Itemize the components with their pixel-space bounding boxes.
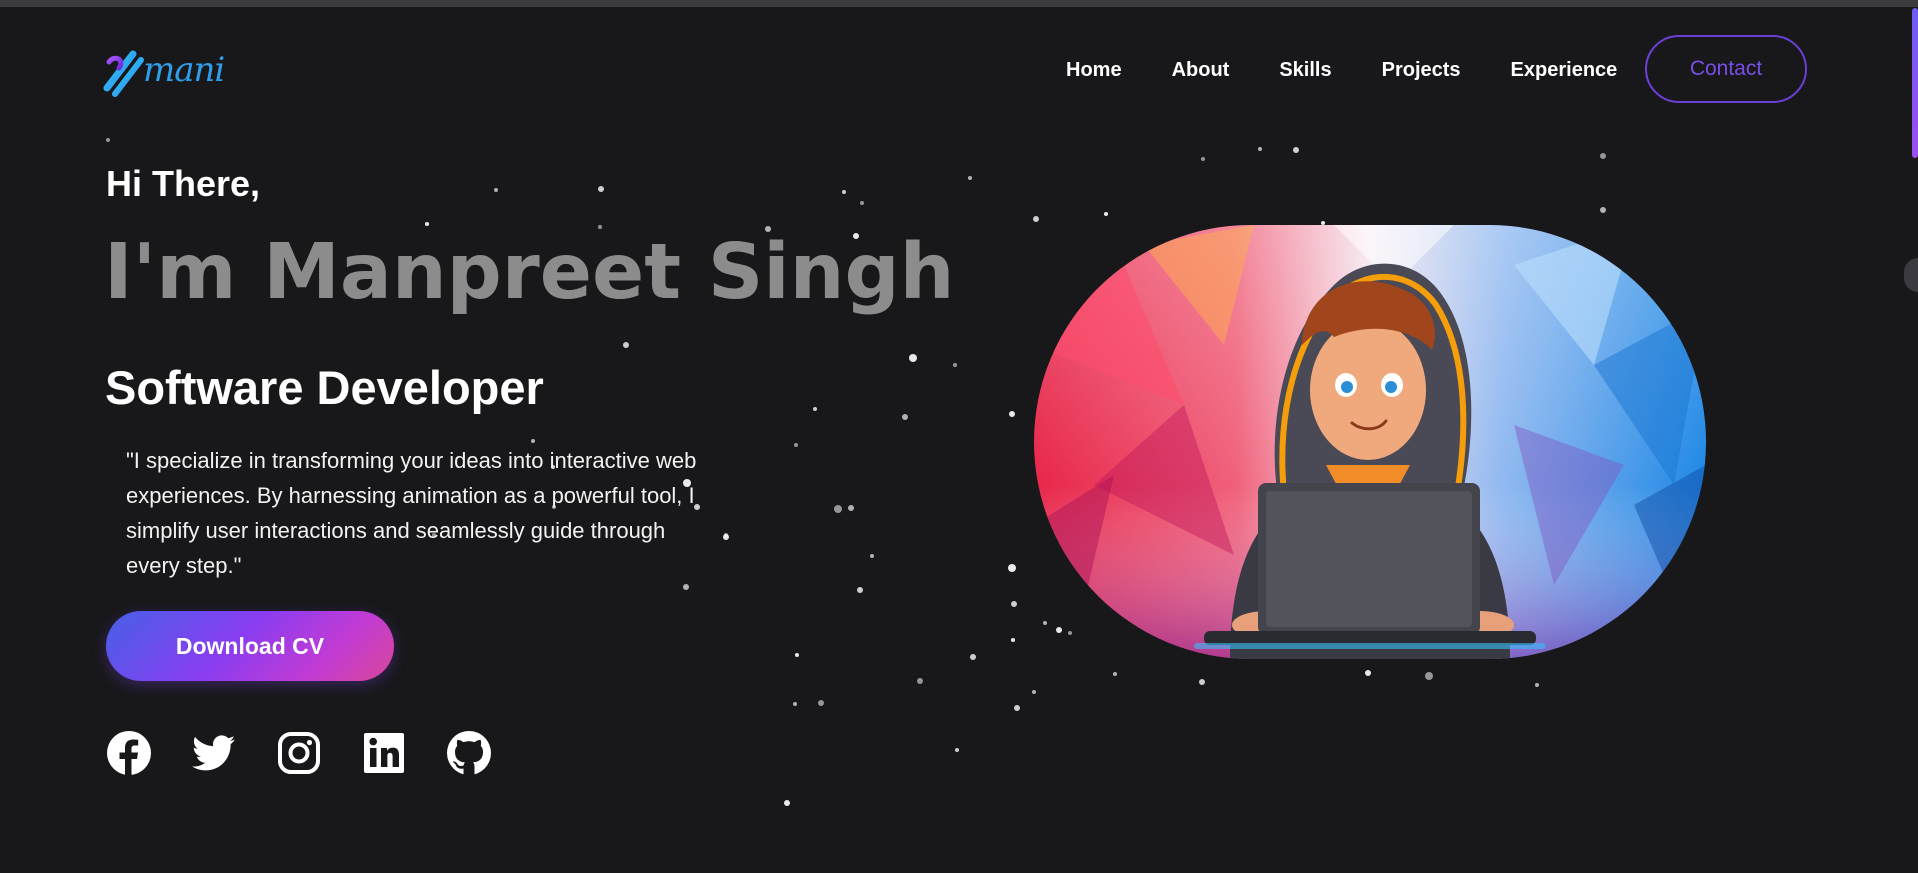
particle-dot xyxy=(623,342,629,348)
linkedin-link[interactable] xyxy=(361,730,407,776)
particle-dot xyxy=(1600,207,1606,213)
particle-dot xyxy=(902,414,908,420)
particle-dot xyxy=(1365,670,1371,676)
twitter-icon xyxy=(192,735,235,771)
particle-dot xyxy=(848,505,854,511)
particle-dot xyxy=(794,443,798,447)
particle-dot xyxy=(1056,627,1062,633)
hero-illustration-graphic xyxy=(1034,225,1706,659)
linkedin-icon xyxy=(364,733,404,773)
particle-dot xyxy=(1014,705,1020,711)
social-links xyxy=(106,728,531,778)
twitter-link[interactable] xyxy=(191,730,237,776)
nav-home[interactable]: Home xyxy=(1066,59,1122,82)
particle-dot xyxy=(1201,157,1205,161)
particle-dot xyxy=(917,678,923,684)
particle-dot xyxy=(1199,679,1205,685)
particle-dot xyxy=(1113,672,1117,676)
particle-dot xyxy=(425,222,429,226)
nav-experience[interactable]: Experience xyxy=(1511,59,1618,82)
instagram-link[interactable] xyxy=(276,730,322,776)
facebook-link[interactable] xyxy=(106,730,152,776)
developer-avatar-illustration xyxy=(1034,225,1706,659)
particle-dot xyxy=(1008,564,1016,572)
particle-dot xyxy=(955,748,959,752)
particle-dot xyxy=(1011,638,1015,642)
particle-dot xyxy=(1009,411,1015,417)
particle-dot xyxy=(1293,147,1299,153)
particle-dot xyxy=(1535,683,1539,687)
github-link[interactable] xyxy=(446,730,492,776)
particle-dot xyxy=(870,554,874,558)
logo-text: mani xyxy=(143,50,225,90)
particle-dot xyxy=(834,505,842,513)
particle-dot xyxy=(970,654,976,660)
github-icon xyxy=(447,731,491,775)
main-nav: Home About Skills Projects Experience xyxy=(1066,35,1617,105)
particle-dot xyxy=(1425,672,1433,680)
particle-dot xyxy=(813,407,817,411)
particle-dot xyxy=(106,138,110,142)
particle-dot xyxy=(1068,631,1072,635)
particle-dot xyxy=(793,702,797,706)
download-cv-button[interactable]: Download CV xyxy=(106,611,394,681)
particle-dot xyxy=(1104,212,1108,216)
nav-projects[interactable]: Projects xyxy=(1382,59,1461,82)
contact-button[interactable]: Contact xyxy=(1645,35,1807,103)
greeting-text: Hi There, xyxy=(106,163,261,204)
particle-dot xyxy=(683,584,689,590)
particle-dot xyxy=(1043,621,1047,625)
particle-dot xyxy=(494,188,498,192)
nav-skills[interactable]: Skills xyxy=(1279,59,1331,82)
particle-dot xyxy=(909,354,917,362)
particle-dot xyxy=(953,363,957,367)
particle-dot xyxy=(857,587,863,593)
particle-dot xyxy=(1032,690,1036,694)
hero-name: I'm Manpreet Singh xyxy=(104,228,955,317)
particle-dot xyxy=(1600,153,1606,159)
particle-dot xyxy=(598,186,604,192)
particle-dot xyxy=(860,201,864,205)
particle-dot xyxy=(1011,601,1017,607)
hero-role: Software Developer xyxy=(105,361,544,414)
particle-dot xyxy=(968,176,972,180)
particle-dot xyxy=(784,800,790,806)
site-logo[interactable]: mani xyxy=(103,48,225,98)
particle-dot xyxy=(795,653,799,657)
particle-dot xyxy=(724,533,728,537)
nav-about[interactable]: About xyxy=(1172,59,1230,82)
particle-dot xyxy=(842,190,846,194)
facebook-icon xyxy=(107,731,151,775)
particle-dot xyxy=(1258,147,1262,151)
hero-quote: "I specialize in transforming your ideas… xyxy=(126,448,697,578)
instagram-icon xyxy=(278,732,320,774)
particle-dot xyxy=(818,700,824,706)
particle-dot xyxy=(1033,216,1039,222)
